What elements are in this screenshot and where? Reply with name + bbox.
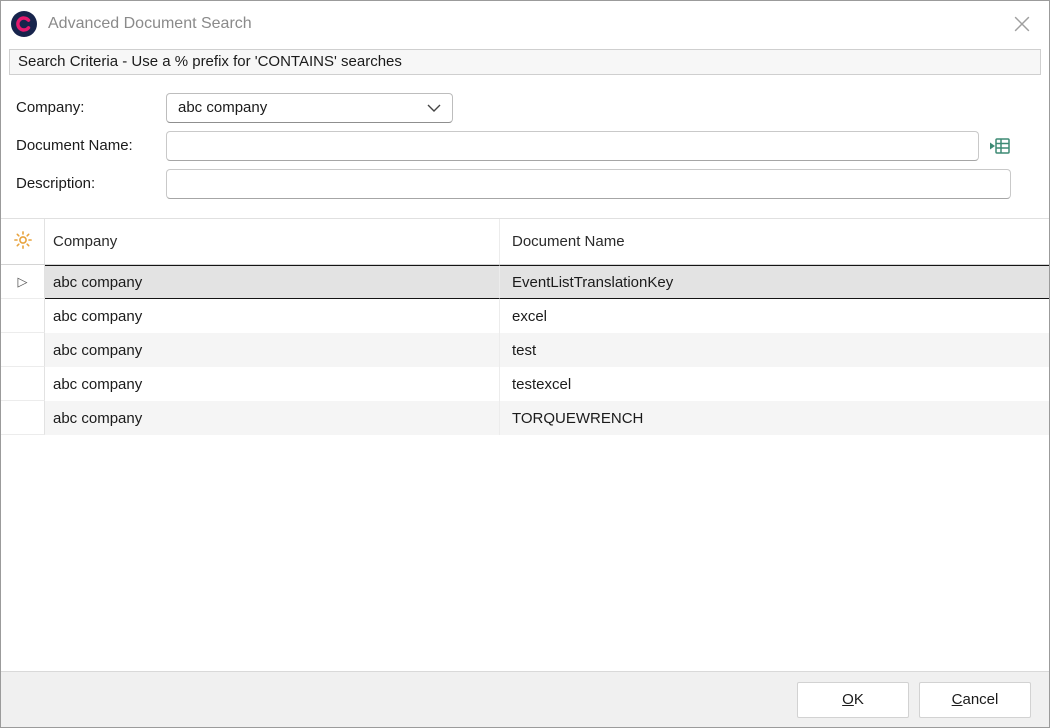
cancel-button-label-rest: ancel — [962, 691, 998, 708]
app-logo-icon — [11, 11, 37, 37]
description-row: Description: — [16, 168, 1049, 199]
cell-company[interactable]: abc company — [45, 333, 500, 367]
lookup-grid-icon[interactable] — [987, 133, 1013, 159]
description-input[interactable] — [166, 169, 1011, 199]
search-criteria-header: Search Criteria - Use a % prefix for 'CO… — [9, 49, 1041, 75]
row-selector[interactable] — [1, 299, 45, 333]
search-form: Company: abc company Document Name: — [1, 75, 1049, 218]
results-grid: Company Document Name ▷abc companyEventL… — [1, 218, 1049, 671]
cell-document-name[interactable]: test — [500, 333, 1049, 367]
document-name-input[interactable] — [166, 131, 979, 161]
row-selector[interactable] — [1, 401, 45, 435]
cell-document-name[interactable]: excel — [500, 299, 1049, 333]
cell-company[interactable]: abc company — [45, 401, 500, 435]
row-selector[interactable] — [1, 367, 45, 401]
advanced-document-search-dialog: Advanced Document Search Search Criteria… — [0, 0, 1050, 728]
cell-document-name[interactable]: testexcel — [500, 367, 1049, 401]
description-label: Description: — [16, 175, 166, 192]
column-header-company[interactable]: Company — [45, 219, 500, 264]
grid-row[interactable]: abc companyexcel — [1, 299, 1049, 333]
grid-row[interactable]: abc companyTORQUEWRENCH — [1, 401, 1049, 435]
cell-document-name[interactable]: TORQUEWRENCH — [500, 401, 1049, 435]
cancel-button[interactable]: Cancel — [919, 682, 1031, 718]
column-header-document-name[interactable]: Document Name — [500, 219, 1049, 264]
ok-button-label-rest: K — [854, 691, 864, 708]
document-name-label: Document Name: — [16, 137, 166, 154]
company-row: Company: abc company — [16, 92, 1049, 123]
row-indicator-icon[interactable]: ▷ — [1, 265, 45, 299]
window-title: Advanced Document Search — [48, 15, 1011, 33]
company-combobox[interactable]: abc company — [166, 93, 453, 123]
ok-button[interactable]: OK — [797, 682, 909, 718]
cell-document-name[interactable]: EventListTranslationKey — [500, 265, 1049, 299]
grid-row[interactable]: ▷abc companyEventListTranslationKey — [1, 265, 1049, 299]
grid-row[interactable]: abc companytestexcel — [1, 367, 1049, 401]
cell-company[interactable]: abc company — [45, 299, 500, 333]
footer-bar: OK Cancel — [1, 671, 1049, 727]
document-name-row: Document Name: — [16, 130, 1049, 161]
company-label: Company: — [16, 99, 166, 116]
grid-row[interactable]: abc companytest — [1, 333, 1049, 367]
sun-icon — [14, 231, 32, 253]
company-combobox-value: abc company — [178, 99, 267, 116]
close-icon[interactable] — [1011, 13, 1033, 35]
grid-body: ▷abc companyEventListTranslationKeyabc c… — [1, 265, 1049, 671]
cell-company[interactable]: abc company — [45, 367, 500, 401]
cell-company[interactable]: abc company — [45, 265, 500, 299]
ok-button-mnemonic: O — [842, 691, 854, 708]
row-selector[interactable] — [1, 333, 45, 367]
grid-corner-cell[interactable] — [1, 219, 45, 264]
grid-header: Company Document Name — [1, 219, 1049, 265]
chevron-down-icon — [427, 99, 441, 116]
titlebar: Advanced Document Search — [1, 1, 1049, 47]
cancel-button-mnemonic: C — [952, 691, 963, 708]
